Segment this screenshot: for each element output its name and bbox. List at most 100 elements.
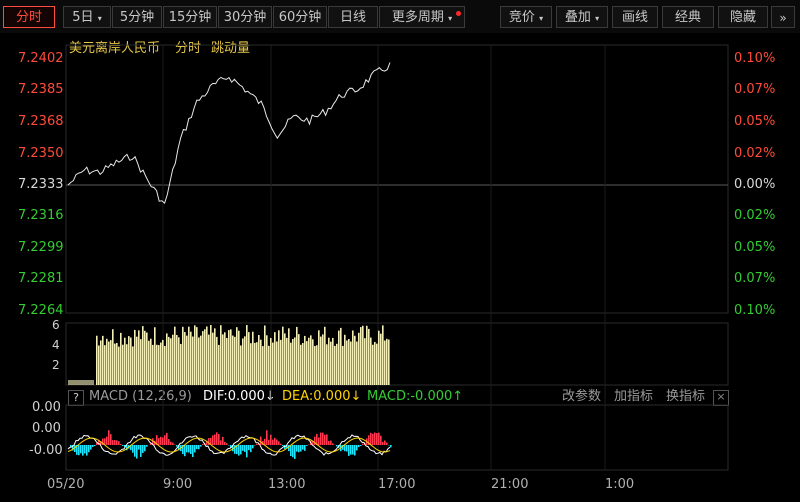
volume-bar — [210, 325, 212, 385]
volume-bar — [354, 335, 356, 385]
volume-bar — [376, 343, 378, 385]
macd-bar — [78, 445, 80, 456]
macd-bar — [332, 443, 334, 445]
volume-bar — [272, 342, 274, 385]
macd-bar — [122, 445, 124, 447]
volume-bar — [356, 341, 358, 385]
volume-bar — [320, 336, 322, 385]
volume-bar — [340, 327, 342, 385]
macd-bar — [386, 442, 388, 445]
volume-bar — [170, 338, 172, 385]
macd-bar — [256, 443, 258, 445]
volume-bar — [322, 334, 324, 385]
intraday-chart[interactable] — [0, 0, 800, 502]
macd-bar — [218, 434, 220, 445]
macd-bar — [84, 445, 86, 454]
macd-bar — [118, 441, 120, 445]
macd-bar — [166, 432, 168, 445]
macd-bar — [350, 445, 352, 455]
macd-bar — [276, 439, 278, 445]
volume-bar — [288, 328, 290, 385]
volume-bar — [108, 341, 110, 385]
volume-bar — [232, 335, 234, 385]
macd-bar — [136, 445, 138, 459]
macd-bar — [192, 445, 194, 458]
macd-bar — [382, 441, 384, 445]
macd-bar — [260, 436, 262, 445]
volume-bar — [178, 337, 180, 385]
macd-bar — [290, 445, 292, 457]
macd-bar — [268, 439, 270, 445]
volume-bar — [68, 380, 94, 385]
macd-bar — [170, 441, 172, 445]
volume-bar — [154, 327, 156, 385]
macd-bar — [344, 445, 346, 452]
macd-bar — [88, 445, 90, 453]
macd-bar — [158, 438, 160, 445]
volume-bar — [160, 342, 162, 385]
volume-bar — [110, 340, 112, 385]
volume-bar — [336, 343, 338, 385]
volume-bar — [296, 326, 298, 385]
macd-bar — [120, 443, 122, 445]
volume-bar — [254, 342, 256, 385]
volume-bar — [228, 330, 230, 385]
macd-bar — [248, 445, 250, 451]
volume-bar — [242, 338, 244, 385]
volume-bar — [318, 330, 320, 385]
macd-bar — [282, 445, 284, 446]
volume-bar — [314, 345, 316, 385]
volume-bar — [386, 338, 388, 385]
macd-bar — [238, 445, 240, 456]
volume-bar — [130, 337, 132, 385]
volume-bar — [388, 339, 390, 385]
volume-bar — [264, 325, 266, 385]
volume-bar — [200, 335, 202, 385]
macd-bar — [94, 445, 96, 447]
macd-bar — [162, 437, 164, 445]
volume-bar — [100, 340, 102, 385]
macd-bar — [188, 445, 190, 453]
macd-bar — [352, 445, 354, 455]
volume-bar — [220, 325, 222, 385]
chart-frame — [65, 44, 729, 471]
volume-bar — [362, 325, 364, 385]
macd-bar — [240, 445, 242, 455]
macd-bar — [380, 435, 382, 445]
volume-bar — [330, 341, 332, 385]
macd-bar — [302, 445, 304, 450]
macd-bar — [172, 442, 174, 445]
macd-bar — [360, 445, 362, 447]
macd-bar — [86, 445, 88, 456]
volume-bar — [140, 339, 142, 385]
volume-bar — [190, 331, 192, 385]
macd-bar — [376, 433, 378, 445]
volume-bar — [260, 339, 262, 385]
macd-bar — [164, 435, 166, 445]
macd-bar — [138, 445, 140, 450]
macd-bar — [384, 440, 386, 445]
macd-bar — [224, 441, 226, 445]
macd-bar — [202, 443, 204, 445]
volume-bar — [218, 344, 220, 385]
macd-bar — [250, 445, 252, 453]
volume-bar — [230, 329, 232, 385]
volume-bar — [184, 332, 186, 385]
volume-bar — [202, 331, 204, 385]
macd-bar — [362, 443, 364, 445]
volume-bar — [198, 337, 200, 385]
volume-bar — [104, 345, 106, 385]
volume-bar — [360, 327, 362, 385]
volume-bar — [136, 336, 138, 385]
volume-bar — [118, 346, 120, 385]
macd-bar — [194, 445, 196, 453]
volume-bar — [214, 328, 216, 385]
volume-bar — [212, 332, 214, 385]
macd-bar — [320, 432, 322, 445]
volume-bar — [138, 330, 140, 385]
volume-bar — [342, 345, 344, 385]
macd-bar — [146, 445, 148, 447]
volume-bar — [174, 326, 176, 385]
volume-bar — [328, 337, 330, 385]
macd-bar — [92, 445, 94, 447]
